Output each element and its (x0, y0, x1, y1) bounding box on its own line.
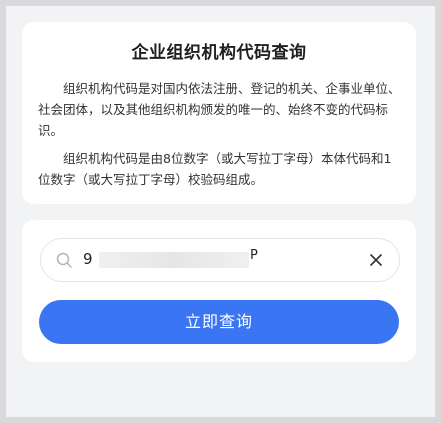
frame-border-left (0, 0, 6, 423)
frame-border-right (435, 0, 441, 423)
search-card: 9 P 立即查询 (22, 220, 416, 362)
frame-border-bottom (0, 417, 441, 423)
search-input[interactable]: 9 P (40, 238, 400, 282)
search-value-suffix: P (250, 248, 258, 263)
search-value-mask (99, 252, 249, 268)
frame-border-top (0, 0, 441, 6)
page-title: 企业组织机构代码查询 (131, 43, 307, 63)
search-value-prefix: 9 (83, 250, 93, 268)
search-icon (56, 252, 72, 268)
query-button[interactable]: 立即查询 (39, 300, 399, 344)
close-icon[interactable] (367, 251, 385, 269)
description-paragraph-2: 组织机构代码是由8位数字（或大写拉丁字母）本体代码和1位数字（或大写拉丁字母）校… (38, 151, 392, 187)
description-paragraph-1: 组织机构代码是对国内依法注册、登记的机关、企事业单位、社会团体，以及其他组织机构… (38, 81, 401, 138)
info-card: 企业组织机构代码查询 组织机构代码是对国内依法注册、登记的机关、企事业单位、社会… (22, 22, 416, 204)
